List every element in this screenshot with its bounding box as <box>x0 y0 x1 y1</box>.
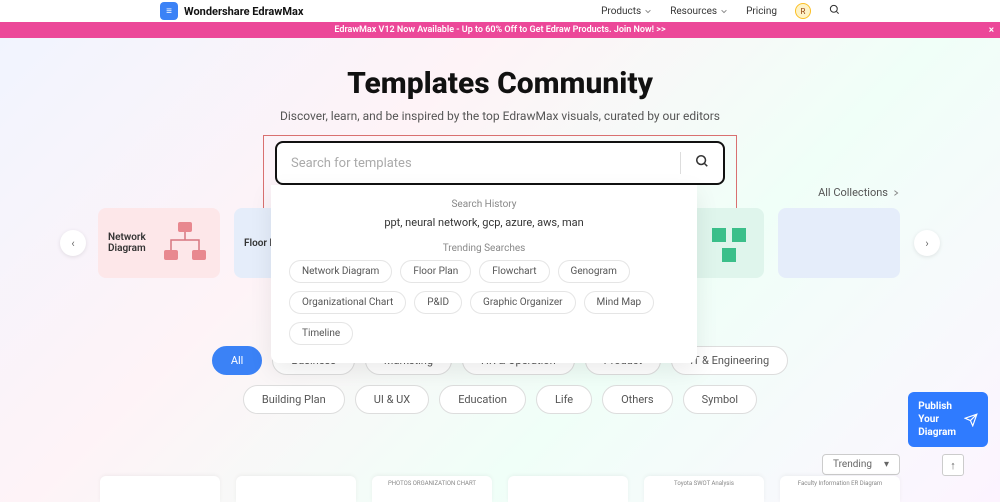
page-title: Templates Community <box>0 66 1000 101</box>
category-pill[interactable]: Education <box>439 385 526 414</box>
template-card[interactable]: Faculty Information ER Diagram <box>780 476 900 502</box>
promo-text: EdrawMax V12 Now Available - Up to 60% O… <box>334 25 665 35</box>
trending-pill[interactable]: P&ID <box>414 291 462 314</box>
publish-button[interactable]: PublishYourDiagram <box>908 392 988 447</box>
chevron-down-icon <box>720 7 728 15</box>
template-card[interactable] <box>100 476 220 502</box>
trending-pill[interactable]: Organizational Chart <box>289 291 406 314</box>
send-icon <box>964 413 978 427</box>
nav-resources[interactable]: Resources <box>670 6 728 17</box>
brand-logo[interactable]: ≡ Wondershare EdrawMax <box>160 2 304 20</box>
network-icon <box>160 220 210 266</box>
history-value[interactable]: ppt, neural network, gcp, azure, aws, ma… <box>289 216 679 229</box>
caret-down-icon: ▾ <box>884 459 889 470</box>
chevron-down-icon <box>644 7 652 15</box>
avatar[interactable]: R <box>795 3 811 19</box>
template-card[interactable]: PHOTOS ORGANIZATION CHART <box>372 476 492 502</box>
page-subtitle: Discover, learn, and be inspired by the … <box>0 109 1000 123</box>
brand-name: Wondershare EdrawMax <box>184 5 304 18</box>
nav-products[interactable]: Products <box>601 6 652 17</box>
template-card[interactable]: Toyota SWOT Analysis <box>644 476 764 502</box>
carousel-next-button[interactable]: › <box>914 230 940 256</box>
pid-icon <box>704 220 754 266</box>
promo-banner[interactable]: EdrawMax V12 Now Available - Up to 60% O… <box>0 22 1000 38</box>
search-dropdown: Search History ppt, neural network, gcp,… <box>271 185 697 363</box>
all-collections-link[interactable]: All Collections <box>818 186 900 199</box>
chevron-right-icon <box>892 189 900 197</box>
sort-dropdown[interactable]: Trending ▾ <box>822 454 900 475</box>
scroll-top-button[interactable]: ↑ <box>942 454 964 476</box>
search-icon[interactable] <box>829 4 840 18</box>
search-box[interactable] <box>275 141 725 185</box>
trending-pill[interactable]: Timeline <box>289 322 353 345</box>
category-pill[interactable]: Others <box>602 385 672 414</box>
trending-pill[interactable]: Floor Plan <box>400 260 471 283</box>
trending-pill[interactable]: Mind Map <box>584 291 655 314</box>
history-label: Search History <box>289 199 679 210</box>
template-card[interactable] <box>508 476 628 502</box>
close-icon[interactable]: × <box>989 25 994 36</box>
search-input[interactable] <box>291 156 666 171</box>
nav-pricing[interactable]: Pricing <box>746 6 777 17</box>
category-pill[interactable]: Life <box>536 385 592 414</box>
category-pill[interactable]: Symbol <box>683 385 758 414</box>
carousel-prev-button[interactable]: ‹ <box>60 230 86 256</box>
collection-card[interactable] <box>778 208 900 278</box>
trending-pill[interactable]: Network Diagram <box>289 260 392 283</box>
trending-label: Trending Searches <box>289 243 679 254</box>
divider <box>680 152 681 174</box>
trending-pill[interactable]: Flowchart <box>479 260 549 283</box>
search-icon[interactable] <box>695 154 709 172</box>
category-pill[interactable]: UI & UX <box>355 385 429 414</box>
trending-pill[interactable]: Graphic Organizer <box>470 291 575 314</box>
trending-pill[interactable]: Genogram <box>558 260 630 283</box>
logo-icon: ≡ <box>160 2 178 20</box>
category-pill[interactable]: Building Plan <box>243 385 345 414</box>
category-all[interactable]: All <box>212 346 263 375</box>
template-card[interactable] <box>236 476 356 502</box>
collection-card[interactable]: Network Diagram <box>98 208 220 278</box>
